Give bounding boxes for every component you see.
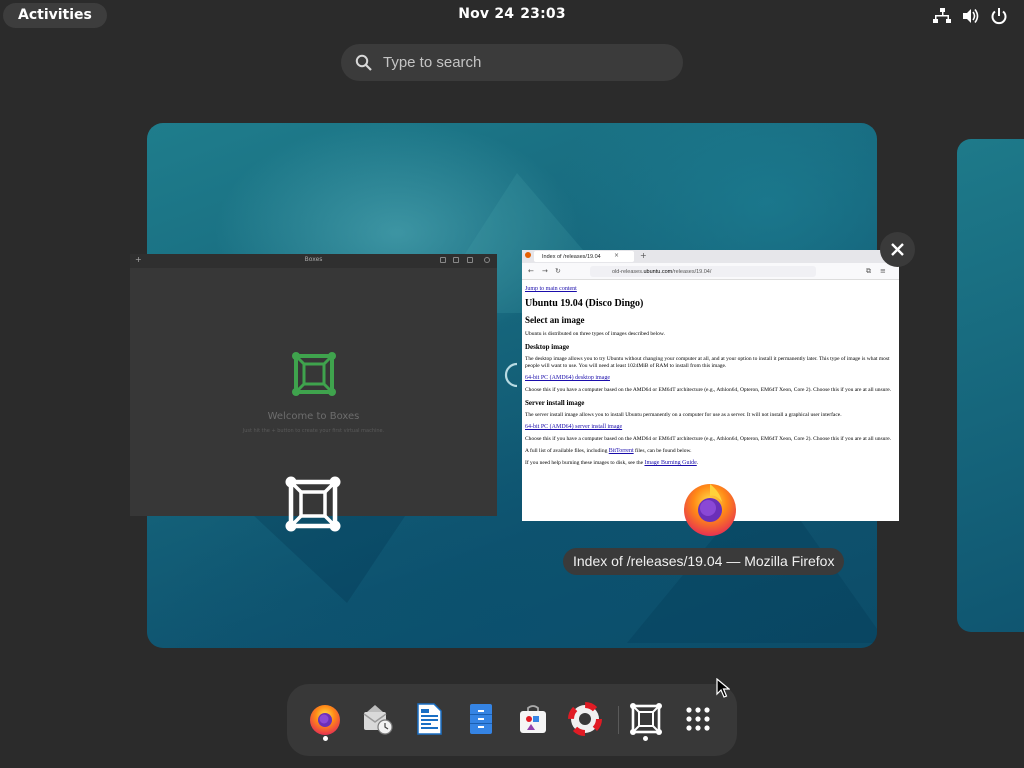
clock[interactable]: Nov 24 23:03 [0, 6, 1024, 22]
jump-link[interactable]: Jump to main content [525, 286, 896, 292]
server-heading: Server install image [525, 399, 585, 407]
menu-icon [467, 257, 473, 263]
top-bar: Activities Nov 24 23:03 [0, 0, 1024, 32]
mouse-pointer-icon [716, 678, 730, 698]
help-prefix: If you need help burning these images to… [525, 460, 645, 466]
url-path: /releases/19.04/ [672, 269, 712, 275]
boxes-icon[interactable] [629, 702, 663, 736]
server-text: The server install image allows you to i… [525, 412, 842, 418]
desktop-heading: Desktop image [525, 343, 570, 351]
server-choose-text: Choose this if you have a computer based… [525, 436, 892, 442]
boxes-welcome-text: Welcome to Boxes [267, 411, 360, 422]
back-icon: ← [528, 267, 534, 275]
intro-text: Ubuntu is distributed on three types of … [525, 331, 665, 337]
window-title-tooltip: Index of /releases/19.04 — Mozilla Firef… [563, 548, 845, 575]
loading-spinner-icon [504, 362, 518, 388]
menu-icon: ≡ [880, 267, 886, 275]
desktop-choose-text: Choose this if you have a computer based… [525, 387, 892, 393]
reload-icon: ↻ [555, 267, 561, 275]
cabinet-icon[interactable] [464, 702, 498, 736]
boxes-headerbar: + Boxes [130, 254, 497, 268]
volume-icon[interactable] [962, 7, 980, 25]
tab-close-icon: × [614, 252, 620, 259]
running-indicator [643, 736, 648, 741]
full-list-prefix: A full list of available files, includin… [525, 448, 609, 454]
boxes-app-icon [285, 476, 341, 532]
firefox-menu-icon [525, 252, 531, 258]
burning-guide-link[interactable]: Image Burning Guide [644, 460, 696, 466]
page-heading: Ubuntu 19.04 (Disco Dingo) [525, 298, 644, 309]
view-icon [453, 257, 459, 263]
desktop-text: The desktop image allows you to try Ubun… [525, 356, 890, 369]
forward-icon: → [542, 267, 548, 275]
firefox-icon[interactable] [308, 702, 342, 736]
document-icon[interactable] [412, 702, 446, 736]
full-list-text: A full list of available files, includin… [525, 448, 896, 455]
search-icon [355, 54, 372, 71]
full-list-suffix: files, can be found below. [633, 448, 692, 454]
clock-date: Nov 24 [458, 6, 515, 22]
search-icon [440, 257, 446, 263]
server-image-link[interactable]: 64-bit PC (AMD64) server install image [525, 424, 622, 430]
url-host: ubuntu.com [643, 269, 673, 275]
extensions-icon: ⧉ [866, 267, 871, 275]
grid-icon[interactable] [681, 702, 715, 736]
new-tab-icon: + [640, 251, 647, 260]
running-indicator [323, 736, 328, 741]
dash-dock [287, 684, 737, 756]
search-input[interactable] [383, 44, 663, 81]
desktop-image-link[interactable]: 64-bit PC (AMD64) desktop image [525, 375, 610, 381]
firefox-nav-bar: ← → ↻ old-releases.ubuntu.com/releases/1… [522, 263, 899, 280]
mail-clock-icon[interactable] [360, 702, 394, 736]
firefox-tab-title: Index of /releases/19.04 [542, 254, 601, 260]
close-icon [891, 243, 904, 256]
search-entry[interactable] [341, 44, 683, 81]
boxes-logo-icon [292, 352, 336, 396]
firefox-app-icon [684, 484, 736, 536]
url-bar[interactable]: old-releases.ubuntu.com/releases/19.04/ [590, 266, 816, 277]
boxes-subtitle: Just hit the + button to create your fir… [242, 428, 385, 434]
network-icon[interactable] [933, 7, 951, 25]
dock-separator [618, 706, 619, 734]
bittorrent-link[interactable]: BitTorrent [609, 448, 634, 454]
help-suffix: . [696, 460, 699, 466]
next-workspace-thumbnail[interactable] [957, 139, 1024, 632]
close-icon [484, 257, 490, 263]
help-text: If you need help burning these images to… [525, 460, 896, 467]
select-heading: Select an image [525, 315, 585, 325]
close-window-button[interactable] [880, 232, 915, 267]
lifebuoy-icon[interactable] [568, 702, 602, 736]
url-prefix: old-releases. [612, 269, 644, 275]
clock-time: 23:03 [520, 6, 566, 22]
page-content: Jump to main content Ubuntu 19.04 (Disco… [522, 280, 899, 467]
power-icon[interactable] [990, 7, 1008, 25]
firefox-tab-bar: Index of /releases/19.04 × + [522, 250, 899, 263]
software-bag-icon[interactable] [516, 702, 550, 736]
